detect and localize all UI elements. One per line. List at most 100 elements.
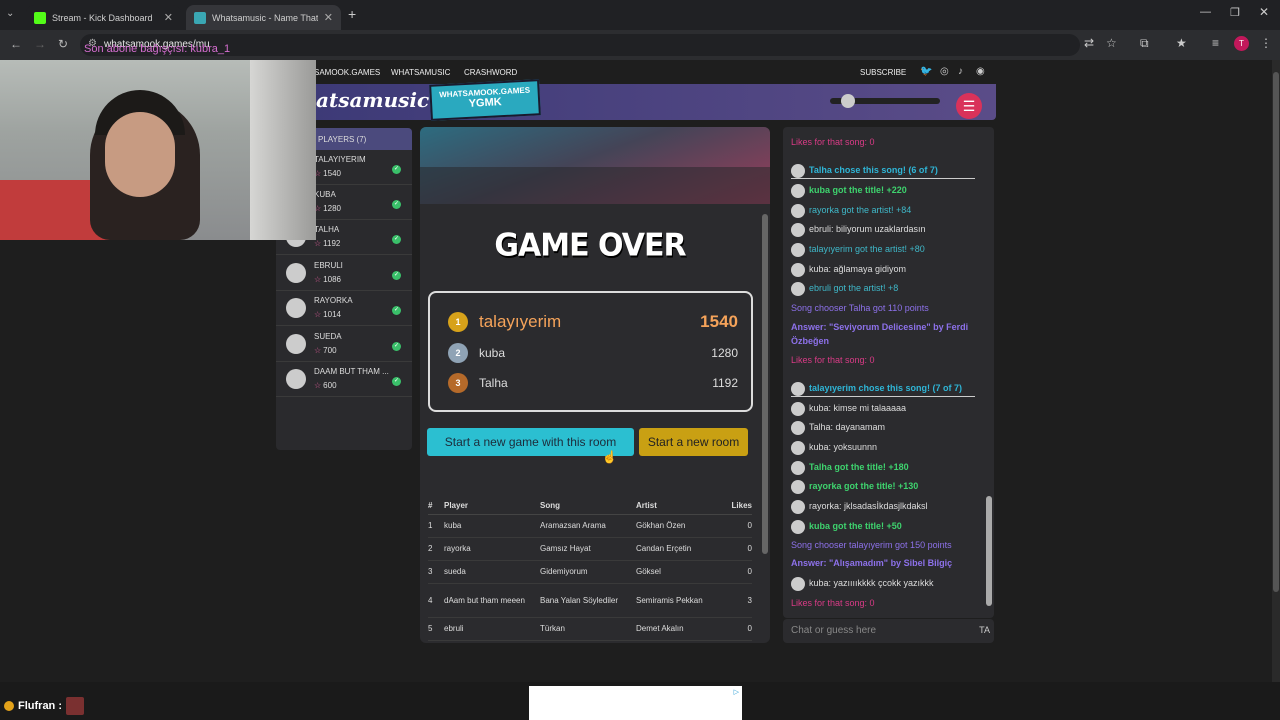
podium-score: 1540	[700, 312, 738, 331]
chat-message-text: ebruli got the artist! +8	[809, 283, 899, 293]
bookmark-star-icon[interactable]: ☆	[1106, 36, 1117, 50]
cell-player: rayorka	[444, 537, 540, 561]
new-tab-icon[interactable]: +	[348, 6, 356, 22]
chat-placeholder: Chat or guess here	[791, 625, 877, 636]
nav-whatsamusic[interactable]: WHATSAMUSIC	[391, 68, 450, 77]
avatar	[791, 281, 805, 296]
chat-message: Song chooser talayıyerim got 150 points	[791, 538, 981, 552]
game-panel-scrollbar[interactable]	[762, 206, 768, 638]
table-row: 5 ebruli Türkan Demet Akalın 0	[428, 617, 752, 641]
chat-message-text: kuba: yazııııkkkk çcokk yazıkkk	[809, 578, 934, 588]
player-row[interactable]: DAAM BUT THAM ... ☆ 600 ✓	[276, 362, 412, 397]
adchoices-icon[interactable]: ▷	[734, 688, 739, 696]
cell-likes: 3	[718, 583, 752, 618]
chat-message: Answer: "Seviyorum Delicesine" by Ferdi …	[791, 320, 981, 348]
profile-avatar[interactable]: T	[1234, 36, 1249, 51]
col-rank: #	[428, 498, 444, 515]
player-row[interactable]: RAYORKA ☆ 1014 ✓	[276, 291, 412, 326]
col-song: Song	[540, 498, 636, 515]
ready-check-icon: ✓	[392, 271, 401, 280]
nav-crashword[interactable]: CRASHWORD	[464, 68, 517, 77]
cell-rank: 1	[428, 514, 444, 538]
hamburger-menu-icon[interactable]: ☰	[956, 93, 982, 119]
cell-player: dAam but tham meeen	[444, 583, 540, 618]
discord-icon[interactable]: ◉	[976, 66, 985, 77]
avatar	[791, 519, 805, 534]
table-row: 2 rayorka Gamsız Hayat Candan Erçetin 0	[428, 537, 752, 561]
bronze-medal-icon: 3	[448, 373, 468, 393]
warning-icon	[4, 701, 14, 711]
tab-kick-dashboard[interactable]: Stream - Kick Dashboard ✕	[26, 5, 181, 30]
podium-score: 1280	[711, 346, 738, 360]
player-score: ☆ 1014	[314, 310, 341, 319]
site-logo[interactable]: atsamusic	[316, 88, 429, 112]
close-tab-icon[interactable]: ✕	[164, 11, 173, 24]
chat-scrollbar[interactable]	[986, 130, 992, 613]
chat-message-text: kuba got the title! +220	[809, 185, 907, 195]
hand-cursor-icon: ☝	[602, 450, 617, 464]
cell-likes: 0	[718, 514, 752, 538]
forward-icon[interactable]: →	[34, 37, 46, 51]
chat-message: rayorka got the title! +130	[791, 479, 981, 494]
instagram-icon[interactable]: ◎	[940, 66, 949, 77]
chat-message-text: Song chooser Talha got 110 points	[791, 303, 929, 313]
avatar	[791, 163, 805, 178]
volume-knob[interactable]	[841, 94, 855, 108]
chat-message-text: Song chooser talayıyerim got 150 points	[791, 540, 952, 550]
chat-message-text: rayorka got the title! +130	[809, 481, 919, 491]
extensions-icon[interactable]: ⧉	[1140, 36, 1149, 51]
start-new-room-button[interactable]: Start a new room	[639, 428, 748, 456]
gold-medal-icon: 1	[448, 312, 468, 332]
chat-message-text: kuba: yoksuunnn	[809, 442, 878, 452]
avatar	[286, 263, 306, 283]
chat-message-text: kuba got the title! +50	[809, 521, 902, 531]
cell-player: ebruli	[444, 617, 540, 641]
bookmarks-icon[interactable]: ★	[1176, 36, 1187, 50]
avatar	[791, 183, 805, 198]
minimize-icon[interactable]: —	[1200, 6, 1211, 18]
back-icon[interactable]: ←	[10, 37, 22, 51]
page-scrollbar[interactable]	[1272, 60, 1280, 682]
chat-message: Likes for that song: 0	[791, 596, 981, 610]
site-top-nav: SAMOOK.GAMES WHATSAMUSIC CRASHWORD SUBSC…	[312, 64, 996, 82]
translate-icon[interactable]: ⇄	[1084, 36, 1094, 50]
reload-icon[interactable]: ↻	[58, 37, 68, 51]
tab-title: Whatsamusic - Name That Tune	[212, 12, 318, 23]
tiktok-icon[interactable]: ♪	[958, 66, 963, 77]
close-tab-icon[interactable]: ✕	[324, 11, 333, 24]
col-likes: Likes	[718, 498, 752, 515]
cell-artist: Candan Erçetin	[636, 537, 718, 561]
translate-icon[interactable]: TA	[979, 625, 990, 635]
player-row[interactable]: EBRULI ☆ 1086 ✓	[276, 256, 412, 291]
avatar	[791, 420, 805, 435]
twitter-icon[interactable]: 🐦	[920, 66, 932, 77]
podium-row: 3 Talha 1192	[444, 371, 744, 395]
browser-menu-icon[interactable]: ⋮	[1260, 36, 1272, 50]
chat-message: Answer: "Alışamadım" by Sibel Bilgiç	[791, 556, 981, 570]
tab-list-chevron-icon[interactable]: ⌄	[6, 8, 14, 19]
nav-samook-games[interactable]: SAMOOK.GAMES	[314, 68, 380, 77]
chat-input[interactable]: Chat or guess here TA	[783, 619, 994, 643]
avatar	[791, 203, 805, 218]
player-row[interactable]: SUEDA ☆ 700 ✓	[276, 327, 412, 362]
player-score: ☆ 1192	[314, 239, 340, 248]
cell-rank: 3	[428, 560, 444, 584]
player-score-value: 1192	[323, 239, 341, 248]
close-window-icon[interactable]: ✕	[1259, 5, 1269, 19]
star-icon: ☆	[314, 275, 322, 284]
cell-likes: 0	[718, 617, 752, 641]
chat-message: ebruli got the artist! +8	[791, 281, 981, 296]
chat-message-text: rayorka got the artist! +84	[809, 205, 912, 215]
player-name: EBRULI	[314, 261, 343, 270]
subscribe-link[interactable]: SUBSCRIBE	[860, 68, 906, 77]
ad-banner[interactable]: ▷	[529, 686, 742, 720]
player-name: TALAYIYERIM	[314, 155, 366, 164]
chat-message-text: Likes for that song: 0	[791, 137, 875, 147]
player-score-value: 1086	[323, 275, 341, 284]
player-name: DAAM BUT THAM ...	[314, 367, 389, 376]
tab-whatsamusic[interactable]: Whatsamusic - Name That Tune ✕	[186, 5, 341, 30]
avatar	[286, 334, 306, 354]
media-icon[interactable]: ≡	[1212, 36, 1219, 50]
restore-icon[interactable]: ❐	[1230, 6, 1240, 19]
chat-message: talayıyerim chose this song! (7 of 7)	[791, 381, 975, 397]
